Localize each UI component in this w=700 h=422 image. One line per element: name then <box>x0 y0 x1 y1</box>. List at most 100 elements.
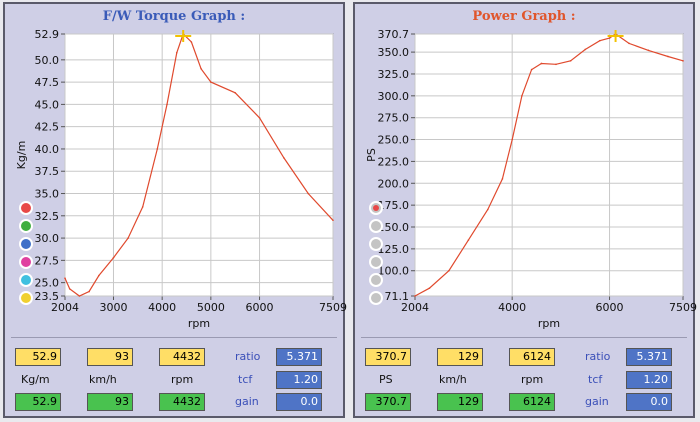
power-value: 370.7 <box>365 348 411 366</box>
y-tick-label: 25.0 <box>35 277 60 290</box>
data-point <box>608 37 611 39</box>
ratio-value[interactable]: 5.371 <box>626 348 672 366</box>
y-tick-label: 52.9 <box>35 28 60 41</box>
power-unit: PS <box>379 373 393 386</box>
speed-value: 93 <box>87 348 133 366</box>
rpm-gain-value: 6124 <box>509 393 555 411</box>
speed-value: 129 <box>437 348 483 366</box>
speed-gain-value: 93 <box>87 393 133 411</box>
data-point <box>540 62 543 65</box>
unit-row: Kg/m km/h rpm tcf 1.20 <box>5 370 343 390</box>
selected-radio-dot <box>373 205 379 211</box>
data-point <box>68 288 71 290</box>
speed-unit: km/h <box>89 373 117 386</box>
data-point <box>141 206 144 208</box>
x-axis-label: rpm <box>188 317 210 330</box>
data-point <box>647 49 650 52</box>
data-point <box>555 63 557 66</box>
series-color-radio[interactable] <box>369 291 383 305</box>
y-tick-label: 32.5 <box>35 210 60 223</box>
series-color-radio[interactable] <box>19 273 33 287</box>
unit-row: PS km/h rpm tcf 1.20 <box>355 370 693 390</box>
gain-value[interactable]: 0.0 <box>276 393 322 411</box>
ratio-label: ratio <box>235 350 261 363</box>
plot-area <box>64 33 334 297</box>
torque-value: 52.9 <box>15 348 61 366</box>
data-point <box>599 39 601 42</box>
series-color-radio[interactable] <box>369 219 383 233</box>
tcf-label: tcf <box>588 373 603 386</box>
divider <box>361 337 687 338</box>
ratio-label: ratio <box>585 350 611 363</box>
y-tick-label: 30.0 <box>35 232 60 245</box>
y-tick-label: 40.0 <box>35 143 60 156</box>
data-point <box>501 178 504 180</box>
series-color-radio[interactable] <box>19 237 33 251</box>
data-point <box>258 116 261 119</box>
data-point <box>210 81 212 83</box>
series-color-radio[interactable] <box>19 219 33 233</box>
x-tick-label: 5000 <box>197 301 225 314</box>
data-point <box>667 55 669 58</box>
speed-gain-value: 129 <box>437 393 483 411</box>
data-point <box>307 192 310 195</box>
gain-label: gain <box>585 395 609 408</box>
y-tick-label: 200.0 <box>378 177 410 190</box>
series-color-radio[interactable] <box>369 255 383 269</box>
x-tick-label: 6000 <box>246 301 274 314</box>
x-axis-label: rpm <box>538 317 560 330</box>
tcf-value[interactable]: 1.20 <box>276 371 322 389</box>
gain-value[interactable]: 0.0 <box>626 393 672 411</box>
y-tick-label: 225.0 <box>378 155 410 168</box>
y-tick-label: 71.1 <box>385 290 410 303</box>
power-panel: Power Graph : 2004 4000 6000 7509 370.7 350.0… <box>353 2 697 418</box>
tcf-value[interactable]: 1.20 <box>626 371 672 389</box>
y-tick-label: 300.0 <box>378 90 410 103</box>
y-tick-label: 35.0 <box>35 188 60 201</box>
data-point <box>428 287 431 290</box>
data-point <box>682 60 684 62</box>
data-point <box>112 256 115 259</box>
y-tick-label: 37.5 <box>35 165 60 178</box>
rpm-value: 6124 <box>509 348 555 366</box>
y-tick-label: 325.0 <box>378 68 410 81</box>
data-point <box>414 295 416 297</box>
series-color-radio[interactable] <box>369 237 383 251</box>
torque-unit: Kg/m <box>21 373 50 386</box>
x-tick-label: 4000 <box>148 301 176 314</box>
ratio-value[interactable]: 5.371 <box>276 348 322 366</box>
data-point <box>521 95 523 97</box>
power-gain-value: 370.7 <box>365 393 411 411</box>
y-tick-label: 250.0 <box>378 134 410 147</box>
speed-unit: km/h <box>439 373 467 386</box>
data-point <box>511 138 513 141</box>
data-point <box>127 237 129 239</box>
data-point <box>448 269 450 272</box>
y-tick-label: 42.5 <box>35 121 60 134</box>
data-point <box>332 219 334 222</box>
torque-panel: F/W Torque Graph : 2004 3000 4000 5000 6000 7… <box>3 2 347 418</box>
data-point <box>530 68 533 71</box>
series-color-radio[interactable] <box>369 273 383 287</box>
data-point <box>190 41 193 43</box>
power-chart: 2004 4000 6000 7509370.7350.0325.0300.0275.… <box>365 28 697 330</box>
x-tick-label: 7509 <box>669 301 697 314</box>
y-tick-label: 45.0 <box>35 98 60 111</box>
data-point <box>283 157 285 159</box>
y-tick-label: 100.0 <box>378 265 410 278</box>
y-tick-label: 350.0 <box>378 46 410 59</box>
x-tick-label: 3000 <box>99 301 127 314</box>
series-color-radio[interactable] <box>19 255 33 269</box>
y-tick-label: 27.5 <box>35 254 60 267</box>
y-tick-label: 370.7 <box>378 28 410 41</box>
data-point <box>175 51 178 54</box>
y-axis-label: Kg/m <box>15 141 28 170</box>
y-tick-label: 23.5 <box>35 290 60 303</box>
series-color-radio[interactable] <box>19 201 33 215</box>
data-point <box>88 290 90 293</box>
series-color-radio[interactable] <box>19 291 33 305</box>
rpm-unit: rpm <box>171 373 194 386</box>
x-tick-label: 6000 <box>596 301 624 314</box>
data-point <box>234 92 236 94</box>
rpm-unit: rpm <box>521 373 544 386</box>
